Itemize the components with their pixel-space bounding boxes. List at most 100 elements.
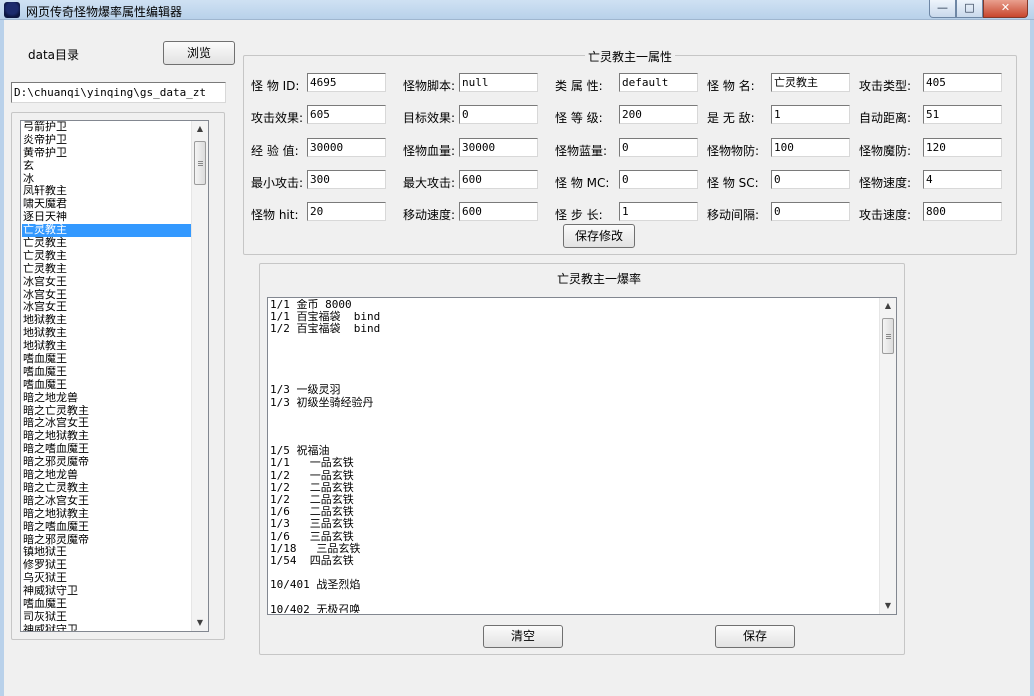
monster-list-item[interactable]: 嗜血魔王 xyxy=(22,366,193,379)
window-frame-right xyxy=(1030,20,1034,696)
attribute-input[interactable]: 4695 xyxy=(307,73,386,92)
monster-list-item[interactable]: 冰宫女王 xyxy=(22,301,193,314)
monster-list-scrollbar[interactable]: ▲ ▼ xyxy=(191,121,208,631)
scroll-down-icon[interactable]: ▼ xyxy=(192,615,208,631)
drop-line: 1/18 三品玄铁 xyxy=(270,541,361,555)
monster-list-item[interactable]: 地狱教主 xyxy=(22,327,193,340)
attribute-input[interactable]: 800 xyxy=(923,202,1002,221)
monster-list-item[interactable]: 暗之邪灵魔帝 xyxy=(22,456,193,469)
attribute-input[interactable]: 0 xyxy=(619,138,698,157)
attribute-label: 怪物 hit: xyxy=(251,208,299,222)
monster-list-item[interactable]: 嗜血魔王 xyxy=(22,353,193,366)
monster-list-item[interactable]: 暗之邪灵魔帝 xyxy=(22,534,193,547)
scroll-thumb[interactable] xyxy=(194,141,206,185)
attribute-input[interactable]: 405 xyxy=(923,73,1002,92)
monster-list-item[interactable]: 暗之地狱教主 xyxy=(22,430,193,443)
scroll-up-icon[interactable]: ▲ xyxy=(880,298,896,314)
monster-listbox[interactable]: 弓箭护卫 炎帝护卫 黄帝护卫玄冰凤轩教主 啸天魔君 逐日天神 亡灵教主 亡灵教主 亡灵教主 亡灵… xyxy=(20,120,209,632)
attribute-input[interactable]: 600 xyxy=(459,202,538,221)
attribute-input[interactable]: 0 xyxy=(619,170,698,189)
monster-list-item[interactable]: 暗之亡灵教主 xyxy=(22,405,193,418)
attribute-input[interactable]: 0 xyxy=(771,202,850,221)
attribute-input[interactable]: 4 xyxy=(923,170,1002,189)
scroll-up-icon[interactable]: ▲ xyxy=(192,121,208,137)
monster-list-item[interactable]: 炎帝护卫 xyxy=(22,134,193,147)
maximize-button[interactable]: □ xyxy=(956,0,983,18)
save-attributes-button[interactable]: 保存修改 xyxy=(563,224,635,248)
data-path-input[interactable]: D:\chuanqi\yinqing\gs_data_zt xyxy=(11,82,226,103)
monster-list-item[interactable]: 凤轩教主 xyxy=(22,185,193,198)
attribute-label: 最大攻击: xyxy=(403,176,456,190)
monster-list-item[interactable]: 暗之亡灵教主 xyxy=(22,482,193,495)
attribute-input[interactable]: 100 xyxy=(771,138,850,157)
attribute-label: 攻击类型: xyxy=(859,79,912,93)
attribute-input[interactable]: 605 xyxy=(307,105,386,124)
monster-list-item[interactable]: 亡灵教主 xyxy=(22,224,193,238)
attribute-input[interactable]: 200 xyxy=(619,105,698,124)
drop-line: 1/3 一级灵羽 xyxy=(270,383,341,397)
attribute-input[interactable]: 30000 xyxy=(459,138,538,157)
drop-line: 1/2 二品玄铁 xyxy=(270,480,354,494)
monster-list-item[interactable]: 弓箭护卫 xyxy=(22,121,193,134)
drops-scrollbar[interactable]: ▲ ▼ xyxy=(879,298,896,614)
monster-list-item[interactable]: 逐日天神 xyxy=(22,211,193,224)
drop-line: 1/54 四品玄铁 xyxy=(270,553,354,567)
monster-list-item[interactable]: 亡灵教主 xyxy=(22,263,193,276)
monster-list-item[interactable]: 暗之地龙兽 xyxy=(22,469,193,482)
monster-list-item[interactable]: 神威狱守卫 xyxy=(22,585,193,598)
scroll-thumb[interactable] xyxy=(882,318,894,354)
monster-list-item[interactable]: 暗之嗜血魔王 xyxy=(22,521,193,534)
attribute-input[interactable]: 亡灵教主 xyxy=(771,73,850,92)
monster-list-item[interactable]: 亡灵教主 xyxy=(22,237,193,250)
monster-list-item[interactable]: 暗之嗜血魔王 xyxy=(22,443,193,456)
monster-list-item[interactable]: 地狱教主 xyxy=(22,314,193,327)
drop-line: 1/2 二品玄铁 xyxy=(270,493,354,506)
drops-textarea[interactable]: 1/1 金币 8000 1/1 百宝福袋 bind 1/2 百宝福袋 bind 1/3… xyxy=(267,297,897,615)
monster-list-item[interactable]: 神威狱守卫 xyxy=(22,624,193,631)
scroll-down-icon[interactable]: ▼ xyxy=(880,598,896,614)
drop-line xyxy=(270,372,880,384)
monster-list-item[interactable]: 啸天魔君 xyxy=(22,198,193,211)
attribute-label: 类 属 性: xyxy=(555,79,603,93)
attribute-label: 移动速度: xyxy=(403,208,456,222)
monster-list-item[interactable]: 黄帝护卫 xyxy=(22,147,193,160)
monster-list-item[interactable]: 玄 xyxy=(22,160,193,173)
monster-list-item[interactable]: 暗之地龙兽 xyxy=(22,392,193,405)
monster-list-item[interactable]: 镇地狱王 xyxy=(22,546,193,559)
window-frame-left xyxy=(0,20,4,696)
monster-list-item[interactable]: 暗之地狱教主 xyxy=(22,508,193,521)
drop-line: 10/402 无极召唤 xyxy=(270,602,361,613)
drop-line: 1/6 三品玄铁 xyxy=(270,529,354,543)
monster-list-item[interactable]: 嗜血魔王 xyxy=(22,379,193,392)
attribute-input[interactable]: 51 xyxy=(923,105,1002,124)
monster-list-item[interactable]: 冰宫女王 xyxy=(22,276,193,289)
attribute-label: 怪 物 名: xyxy=(707,79,755,93)
attribute-input[interactable]: default xyxy=(619,73,698,92)
monster-list-item[interactable]: 地狱教主 xyxy=(22,340,193,353)
attribute-input[interactable]: 0 xyxy=(459,105,538,124)
browse-button[interactable]: 浏览 xyxy=(163,41,235,65)
attribute-label: 目标效果: xyxy=(403,111,456,125)
attribute-input[interactable]: 120 xyxy=(923,138,1002,157)
attribute-input[interactable]: 300 xyxy=(307,170,386,189)
monster-list-item[interactable]: 冰宫女王 xyxy=(22,289,193,302)
close-button[interactable]: ✕ xyxy=(983,0,1028,18)
monster-list-item[interactable]: 司灰狱王 xyxy=(22,611,193,624)
attribute-input[interactable]: 1 xyxy=(619,202,698,221)
clear-button[interactable]: 清空 xyxy=(483,625,563,648)
attribute-input[interactable]: 0 xyxy=(771,170,850,189)
attribute-input[interactable]: null xyxy=(459,73,538,92)
monster-list-item[interactable]: 嗜血魔王 xyxy=(22,598,193,611)
minimize-button[interactable]: — xyxy=(929,0,956,18)
attribute-input[interactable]: 30000 xyxy=(307,138,386,157)
attribute-input[interactable]: 1 xyxy=(771,105,850,124)
attribute-input[interactable]: 600 xyxy=(459,170,538,189)
monster-list-item[interactable]: 亡灵教主 xyxy=(22,250,193,263)
monster-list-item[interactable]: 暗之冰宫女王 xyxy=(22,417,193,430)
monster-list-item[interactable]: 冰 xyxy=(22,173,193,186)
save-drops-button[interactable]: 保存 xyxy=(715,625,795,648)
monster-list-item[interactable]: 乌灭狱王 xyxy=(22,572,193,585)
attribute-input[interactable]: 20 xyxy=(307,202,386,221)
monster-list-item[interactable]: 修罗狱王 xyxy=(22,559,193,572)
monster-list-item[interactable]: 暗之冰宫女王 xyxy=(22,495,193,508)
